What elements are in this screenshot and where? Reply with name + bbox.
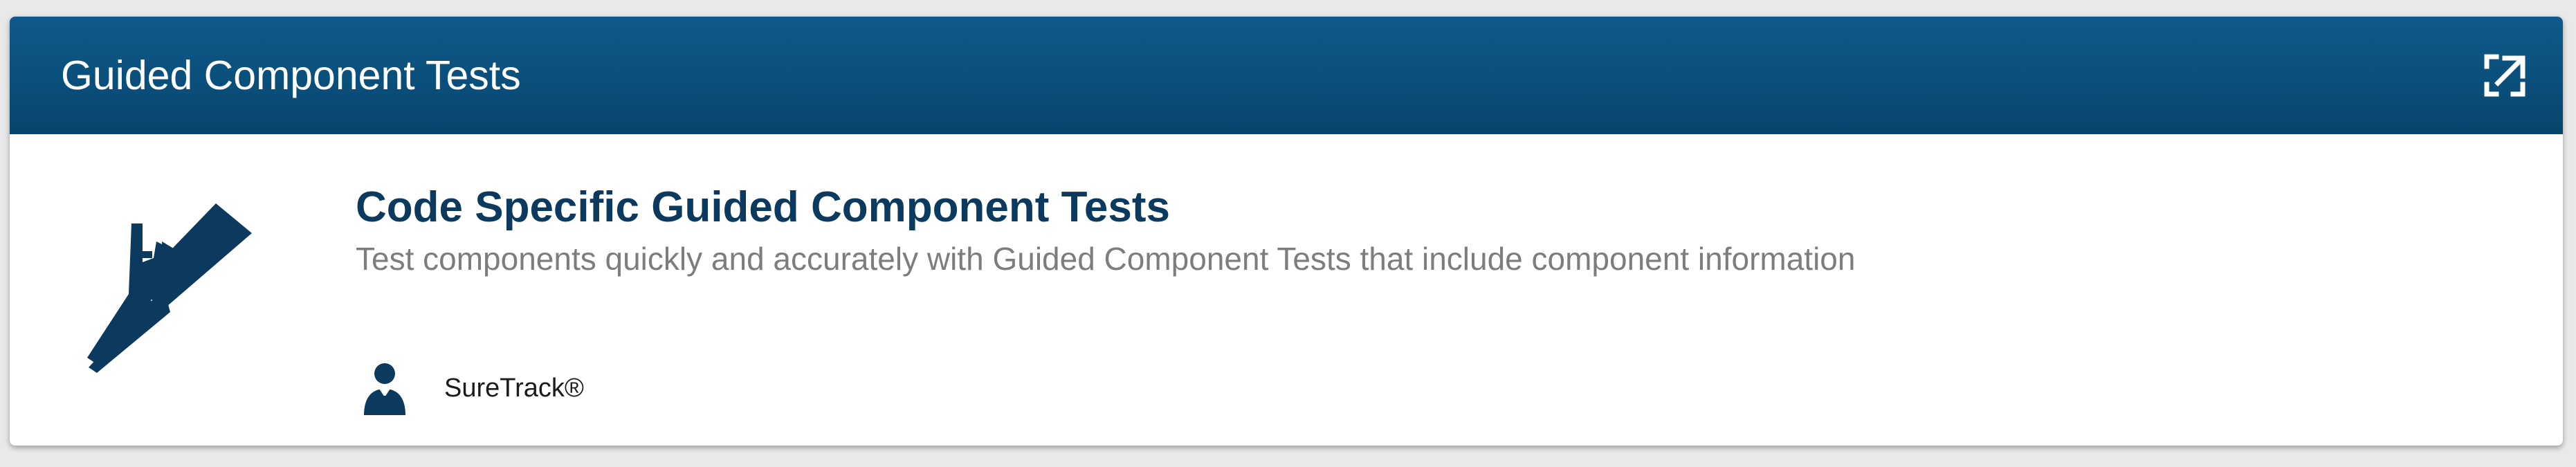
card-title: Guided Component Tests (61, 53, 521, 98)
test-probe-icon[interactable] (79, 200, 273, 380)
expand-button[interactable] (2483, 53, 2527, 98)
card-body: Code Specific Guided Component Tests Tes… (10, 134, 2563, 446)
source-label: SureTrack® (444, 374, 584, 403)
guided-tests-title-link[interactable]: Code Specific Guided Component Tests (356, 181, 1170, 234)
guided-component-tests-card: Guided Component Tests Code Specific Gui… (10, 17, 2563, 446)
guided-tests-description: Test components quickly and accurately w… (356, 241, 1856, 277)
card-header: Guided Component Tests (10, 17, 2563, 134)
user-tie-icon (364, 363, 405, 415)
expand-icon (2484, 54, 2525, 97)
source-row: SureTrack® (361, 360, 584, 416)
